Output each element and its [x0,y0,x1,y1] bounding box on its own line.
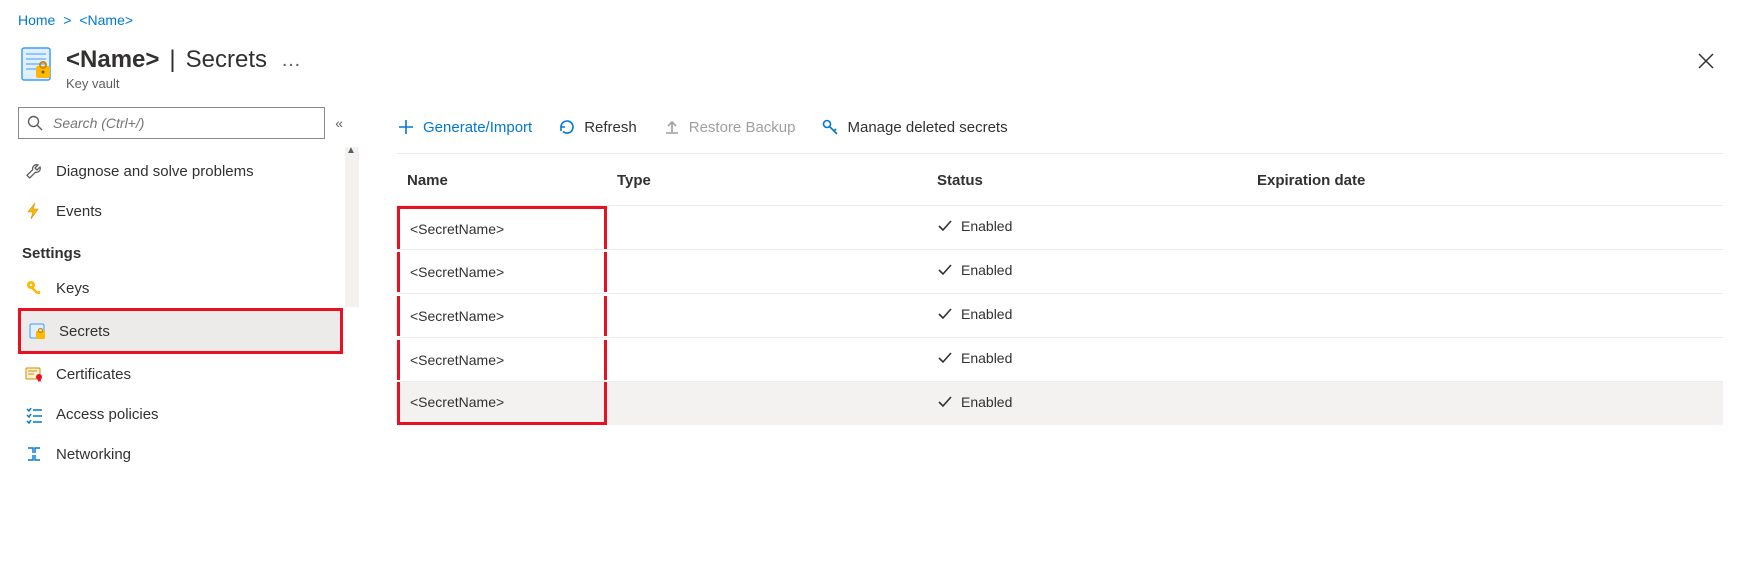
page-header: <Name> | Secrets … Key vault [18,46,1723,91]
table-row[interactable]: <SecretName> Enabled [397,250,1723,294]
check-icon [937,350,953,366]
refresh-button[interactable]: Refresh [558,118,637,136]
sidebar-item-secrets[interactable]: Secrets [21,311,340,351]
col-type[interactable]: Type [607,172,927,206]
page-subtitle: Key vault [66,76,303,91]
key-manage-icon [821,118,839,136]
secret-name[interactable]: <SecretName> [397,340,607,380]
status-cell: Enabled [937,394,1012,410]
cmd-label: Manage deleted secrets [847,119,1007,136]
secrets-table: Name Type Status Expiration date <Secret… [397,172,1723,425]
list-check-icon [24,404,44,424]
col-name[interactable]: Name [397,172,607,206]
table-row[interactable]: <SecretName> Enabled [397,338,1723,382]
restore-backup-button: Restore Backup [663,118,796,136]
scroll-up-arrow[interactable]: ▲ [346,145,356,156]
network-icon [24,444,44,464]
secret-type [607,250,927,294]
secret-expiration [1247,294,1723,338]
command-bar: Generate/Import Refresh Restore Backup M… [397,107,1723,147]
col-status[interactable]: Status [927,172,1247,206]
sidebar-item-label: Access policies [56,406,159,423]
table-row[interactable]: <SecretName> Enabled [397,206,1723,250]
secrets-icon [27,321,47,341]
title-separator: | [169,46,175,74]
check-icon [937,394,953,410]
search-input[interactable] [51,114,316,132]
secret-expiration [1247,338,1723,382]
breadcrumb-sep: > [63,12,71,28]
breadcrumb-home[interactable]: Home [18,12,55,28]
manage-deleted-button[interactable]: Manage deleted secrets [821,118,1007,136]
page-title-page: Secrets [186,46,267,74]
sidebar-item-events[interactable]: Events [18,191,343,231]
secret-name[interactable]: <SecretName> [397,252,607,292]
cmd-label: Generate/Import [423,119,532,136]
main-content: Generate/Import Refresh Restore Backup M… [397,107,1723,474]
refresh-icon [558,118,576,136]
more-actions-button[interactable]: … [281,49,303,72]
status-cell: Enabled [937,262,1012,278]
secret-type [607,382,927,426]
close-button[interactable] [1689,46,1723,80]
sidebar-item-label: Events [56,203,102,220]
check-icon [937,262,953,278]
search-icon [27,115,43,131]
search-box[interactable] [18,107,325,139]
scrollbar[interactable]: ▲ [345,147,359,307]
sidebar-item-certificates[interactable]: Certificates [18,354,343,394]
certificate-icon [24,364,44,384]
sidebar-item-label: Secrets [59,323,110,340]
table-row[interactable]: <SecretName> Enabled [397,382,1723,426]
status-cell: Enabled [937,306,1012,322]
sidebar-item-label: Diagnose and solve problems [56,163,254,180]
check-icon [937,218,953,234]
table-row[interactable]: <SecretName> Enabled [397,294,1723,338]
page-title-name: <Name> [66,46,159,74]
upload-icon [663,118,681,136]
keyvault-icon [18,46,54,82]
secret-expiration [1247,206,1723,250]
sidebar-item-keys[interactable]: Keys [18,268,343,308]
sidebar-item-label: Keys [56,280,89,297]
wrench-icon [24,161,44,181]
secret-name[interactable]: <SecretName> [397,296,607,336]
secret-name[interactable]: <SecretName> [397,382,607,425]
generate-import-button[interactable]: Generate/Import [397,118,532,136]
breadcrumb: Home > <Name> [18,12,1723,28]
secret-type [607,206,927,250]
key-icon [24,278,44,298]
secret-type [607,294,927,338]
secret-name[interactable]: <SecretName> [397,206,607,249]
breadcrumb-name[interactable]: <Name> [79,12,133,28]
col-expiration[interactable]: Expiration date [1247,172,1723,206]
sidebar: « ▲ Diagnose and solve problems Events [18,107,343,474]
check-icon [937,306,953,322]
collapse-sidebar-button[interactable]: « [335,115,343,131]
sidebar-section-settings: Settings [22,245,343,262]
status-cell: Enabled [937,218,1012,234]
lightning-icon [24,201,44,221]
secret-type [607,338,927,382]
sidebar-item-access-policies[interactable]: Access policies [18,394,343,434]
plus-icon [397,118,415,136]
secret-expiration [1247,250,1723,294]
sidebar-item-label: Certificates [56,366,131,383]
toolbar-divider [397,153,1723,154]
secret-expiration [1247,382,1723,426]
sidebar-item-networking[interactable]: Networking [18,434,343,474]
cmd-label: Refresh [584,119,637,136]
cmd-label: Restore Backup [689,119,796,136]
sidebar-item-diagnose[interactable]: Diagnose and solve problems [18,151,343,191]
status-cell: Enabled [937,350,1012,366]
sidebar-item-label: Networking [56,446,131,463]
